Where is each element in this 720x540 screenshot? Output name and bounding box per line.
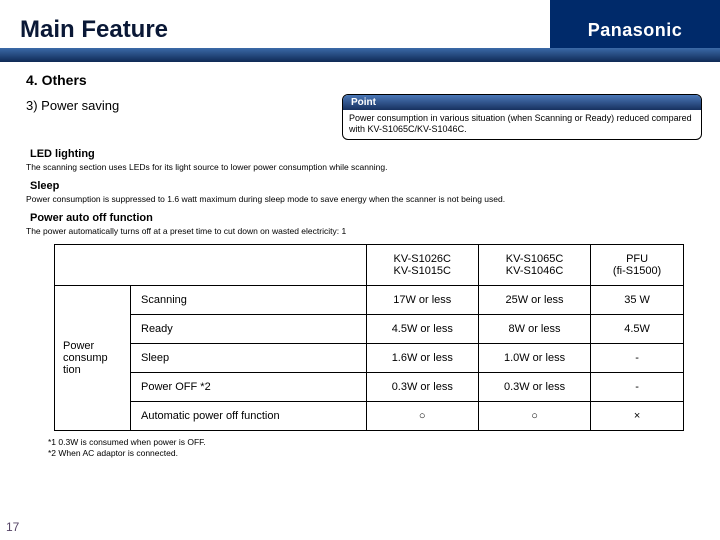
block-desc-auto-off: The power automatically turns off at a p… <box>26 226 702 236</box>
point-box: Point Power consumption in various situa… <box>342 94 702 140</box>
cell: ○ <box>478 402 590 431</box>
row-label: Ready <box>131 315 367 344</box>
cell: 0.3W or less <box>366 373 478 402</box>
title-stripe <box>0 48 720 62</box>
table-header-row: KV-S1026CKV-S1015C KV-S1065CKV-S1046C PF… <box>55 245 684 286</box>
cell: ○ <box>366 402 478 431</box>
row-label: Automatic power off function <box>131 402 367 431</box>
cell: - <box>591 344 684 373</box>
row-label: Scanning <box>131 286 367 315</box>
footnotes: *1 0.3W is consumed when power is OFF. *… <box>48 437 702 458</box>
header-col-3: PFU(fi-S1500) <box>591 245 684 286</box>
point-label: Point <box>343 95 701 110</box>
block-head-auto-off: Power auto off function <box>30 212 702 224</box>
block-head-led: LED lighting <box>30 148 702 160</box>
cell: 35 W <box>591 286 684 315</box>
section-heading: 4. Others <box>26 72 702 88</box>
cell: 4.5W <box>591 315 684 344</box>
table-row: Power consump tion Scanning 17W or less … <box>55 286 684 315</box>
header-col-1: KV-S1026CKV-S1015C <box>366 245 478 286</box>
cell: 4.5W or less <box>366 315 478 344</box>
group-label: Power consump tion <box>55 286 131 431</box>
cell: 25W or less <box>478 286 590 315</box>
subsection-heading: 3) Power saving <box>26 94 119 113</box>
table-row: Power OFF *2 0.3W or less 0.3W or less - <box>55 373 684 402</box>
header-empty <box>55 245 367 286</box>
header-col-2: KV-S1065CKV-S1046C <box>478 245 590 286</box>
block-head-sleep: Sleep <box>30 180 702 192</box>
power-table: KV-S1026CKV-S1015C KV-S1065CKV-S1046C PF… <box>54 244 684 431</box>
subtitle-row: 3) Power saving Point Power consumption … <box>26 94 702 140</box>
cell: 17W or less <box>366 286 478 315</box>
row-label: Sleep <box>131 344 367 373</box>
footnote-1: *1 0.3W is consumed when power is OFF. <box>48 437 702 448</box>
page-title: Main Feature <box>20 16 168 44</box>
block-desc-led: The scanning section uses LEDs for its l… <box>26 162 702 172</box>
page-number: 17 <box>6 520 19 534</box>
point-body: Power consumption in various situation (… <box>343 110 701 139</box>
table-row: Ready 4.5W or less 8W or less 4.5W <box>55 315 684 344</box>
cell: 1.6W or less <box>366 344 478 373</box>
table-row: Automatic power off function ○ ○ × <box>55 402 684 431</box>
table-row: Sleep 1.6W or less 1.0W or less - <box>55 344 684 373</box>
cell: × <box>591 402 684 431</box>
title-bar: Main Feature Panasonic <box>0 0 720 60</box>
footnote-2: *2 When AC adaptor is connected. <box>48 448 702 459</box>
cell: 0.3W or less <box>478 373 590 402</box>
content-area: 4. Others 3) Power saving Point Power co… <box>0 60 720 458</box>
block-desc-sleep: Power consumption is suppressed to 1.6 w… <box>26 194 702 204</box>
row-label: Power OFF *2 <box>131 373 367 402</box>
cell: 1.0W or less <box>478 344 590 373</box>
cell: - <box>591 373 684 402</box>
cell: 8W or less <box>478 315 590 344</box>
